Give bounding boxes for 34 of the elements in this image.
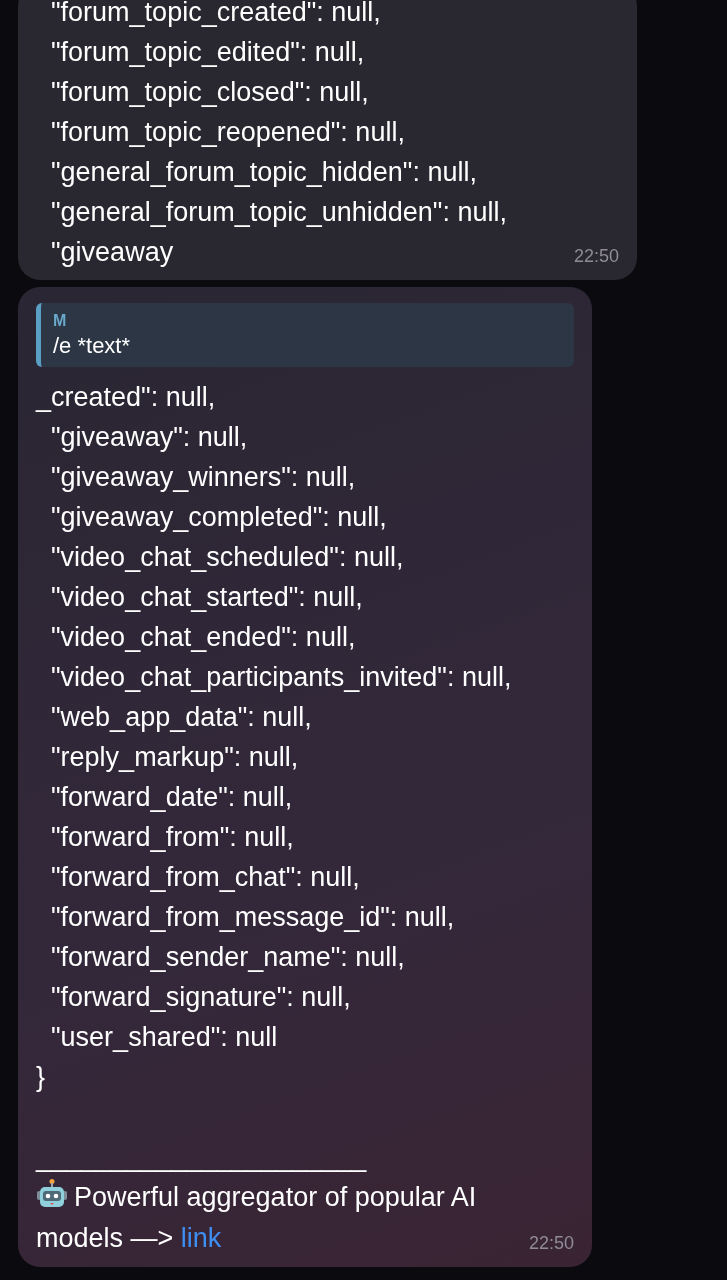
code-line: "forward_from_chat": null, [50,861,361,894]
robot-icon [36,1178,68,1210]
code-line: "video_chat_ended": null, [50,621,357,654]
message-text: Powerful aggregator of popular AI models —> link [36,1177,529,1259]
code-line: "forum_topic_created": null, [50,0,382,29]
code-line: "giveaway_winners": null, [50,461,357,494]
code-line: "video_chat_participants_invited": null, [50,661,513,694]
code-line: "video_chat_started": null, [50,581,364,614]
code-line: _created": null, [36,381,217,414]
code-line: "general_forum_topic_hidden": null, [50,156,478,189]
code-line: "video_chat_scheduled": null, [50,541,405,574]
code-line: "general_forum_topic_unhidden": null, [50,196,508,229]
code-line: "giveaway": null, [50,421,249,454]
separator-text: ______________________ [36,1141,368,1174]
code-line: "forward_from_message_id": null, [50,901,456,934]
code-line: "forward_from": null, [50,821,295,854]
code-line: "web_app_data": null, [50,701,313,734]
code-line: "giveaway_completed": null, [50,501,388,534]
code-line: "forum_topic_edited": null, [50,36,366,69]
code-line: "forum_topic_closed": null, [50,76,370,109]
code-line: "user_shared": null [50,1021,279,1054]
link[interactable]: link [180,1223,222,1253]
code-line: "forum_topic_reopened": null, [50,116,406,149]
reply-quote[interactable]: M /e *text* [36,303,574,367]
code-line: "reply_markup": null, [50,741,300,774]
message-time: 22:50 [573,245,619,268]
code-line: "forward_signature": null, [50,981,352,1014]
code-line: "forward_date": null, [50,781,294,814]
message-time: 22:50 [528,1232,574,1255]
code-line: "forward_sender_name": null, [50,941,406,974]
reply-author: M [53,311,68,331]
code-line: "giveaway [50,236,174,269]
reply-text: /e *text* [53,332,132,360]
code-line: } [36,1061,47,1094]
